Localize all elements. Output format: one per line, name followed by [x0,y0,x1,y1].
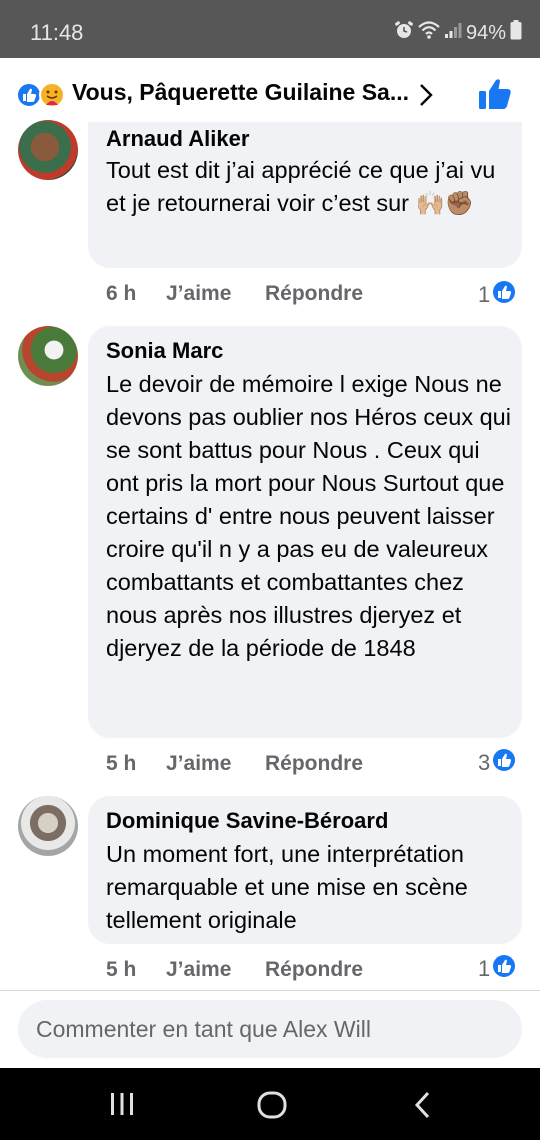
comment-input[interactable]: Commenter en tant que Alex Will [18,1000,522,1058]
comment: Sonia Marc Le devoir de mémoire l exige … [0,326,540,786]
comment-time: 6 h [106,282,137,305]
status-icons: 94% [394,20,522,46]
comment-text: Le devoir de mémoire l exige Nous ne dev… [106,371,511,661]
comment-bubble[interactable]: Dominique Savine-Béroard Un moment fort,… [88,796,522,944]
status-time: 11:48 [30,20,84,45]
home-icon[interactable] [256,1090,288,1125]
like-link[interactable]: J’aime [166,958,231,982]
comment-author[interactable]: Sonia Marc [106,338,223,364]
reaction-icons [16,81,68,109]
wifi-icon [418,20,440,46]
comment-bubble[interactable]: Arnaud Aliker Tout est dit j’ai apprécié… [88,122,522,268]
comment-time: 5 h [106,958,137,981]
reply-link[interactable]: Répondre [265,282,363,306]
reactions-header[interactable]: Vous, Pâquerette Guilaine Sa... [0,58,540,130]
like-count[interactable]: 1 [478,954,516,984]
like-link[interactable]: J’aime [166,282,231,306]
comment: Arnaud Aliker Tout est dit j’ai apprécié… [0,120,540,310]
like-count-number: 3 [478,750,491,775]
like-count-number: 1 [478,282,491,307]
recent-apps-icon[interactable] [108,1090,136,1123]
like-link[interactable]: J’aime [166,752,231,776]
care-reaction-icon [39,82,65,108]
reply-link[interactable]: Répondre [265,958,363,982]
reactions-title[interactable]: Vous, Pâquerette Guilaine Sa... [72,79,409,106]
like-count-number: 1 [478,956,491,981]
alarm-icon [394,20,414,46]
back-icon[interactable] [412,1090,432,1125]
like-reaction-icon [16,82,42,108]
like-count[interactable]: 1 [478,280,516,310]
comment-time: 5 h [106,752,137,775]
chevron-right-icon[interactable] [418,82,434,113]
like-button-icon[interactable] [478,78,512,115]
avatar[interactable] [18,120,78,180]
comment-author[interactable]: Arnaud Aliker [106,126,249,152]
comment-bubble[interactable]: Sonia Marc Le devoir de mémoire l exige … [88,326,522,738]
navigation-bar [0,1068,540,1140]
battery-percent: 94% [466,21,507,44]
like-count-icon [492,280,516,310]
reply-link[interactable]: Répondre [265,752,363,776]
divider [0,990,540,991]
like-count[interactable]: 3 [478,748,516,778]
status-bar: 11:48 94% [0,0,540,58]
comment: Dominique Savine-Béroard Un moment fort,… [0,796,540,986]
avatar[interactable] [18,796,78,856]
signal-icon [444,21,462,45]
comment-author[interactable]: Dominique Savine-Béroard [106,808,388,834]
comment-text: Un moment fort, une interprétation remar… [106,841,468,933]
comment-input-placeholder: Commenter en tant que Alex Will [36,1016,371,1042]
like-count-icon [492,954,516,984]
like-count-icon [492,748,516,778]
avatar[interactable] [18,326,78,386]
battery-icon [510,20,522,46]
comment-text: Tout est dit j’ai apprécié ce que j’ai v… [106,157,496,216]
